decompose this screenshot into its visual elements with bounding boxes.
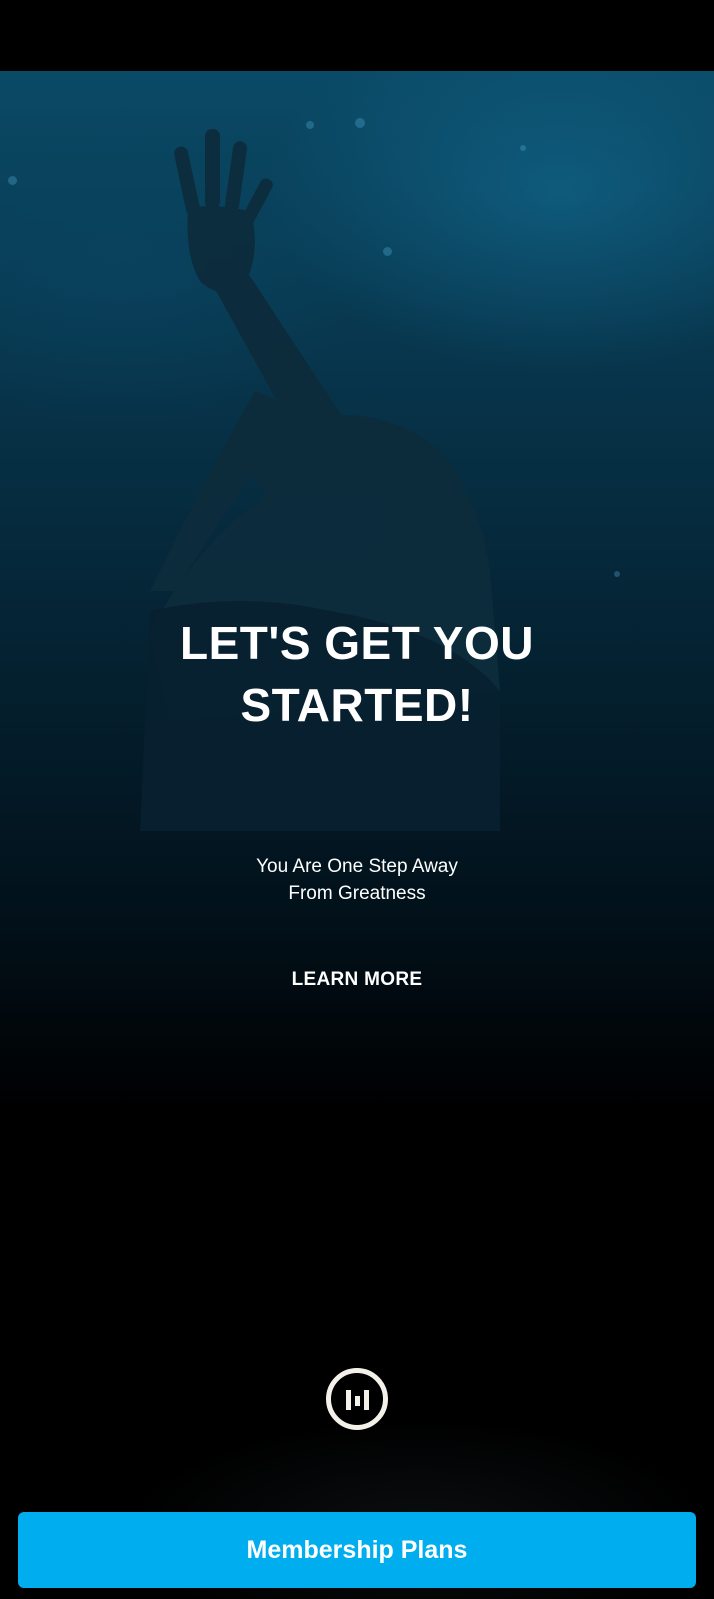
learn-more-link[interactable]: LEARN MORE [257, 960, 457, 1000]
subtitle: You Are One Step Away From Greatness [0, 853, 714, 907]
page-title: LET'S GET YOU STARTED! [0, 612, 714, 736]
brand-logo-mark [346, 1390, 369, 1410]
subtitle-line-2: From Greatness [288, 883, 426, 904]
page-title-line-1: LET'S GET YOU [180, 617, 534, 669]
membership-plans-button[interactable]: Membership Plans [18, 1512, 696, 1588]
subtitle-line-1: You Are One Step Away [256, 856, 458, 877]
screen: LET'S GET YOU STARTED! You Are One Step … [0, 0, 714, 1599]
brand-logo-icon [326, 1368, 388, 1430]
page-title-line-2: STARTED! [240, 679, 474, 731]
status-bar [0, 0, 714, 71]
